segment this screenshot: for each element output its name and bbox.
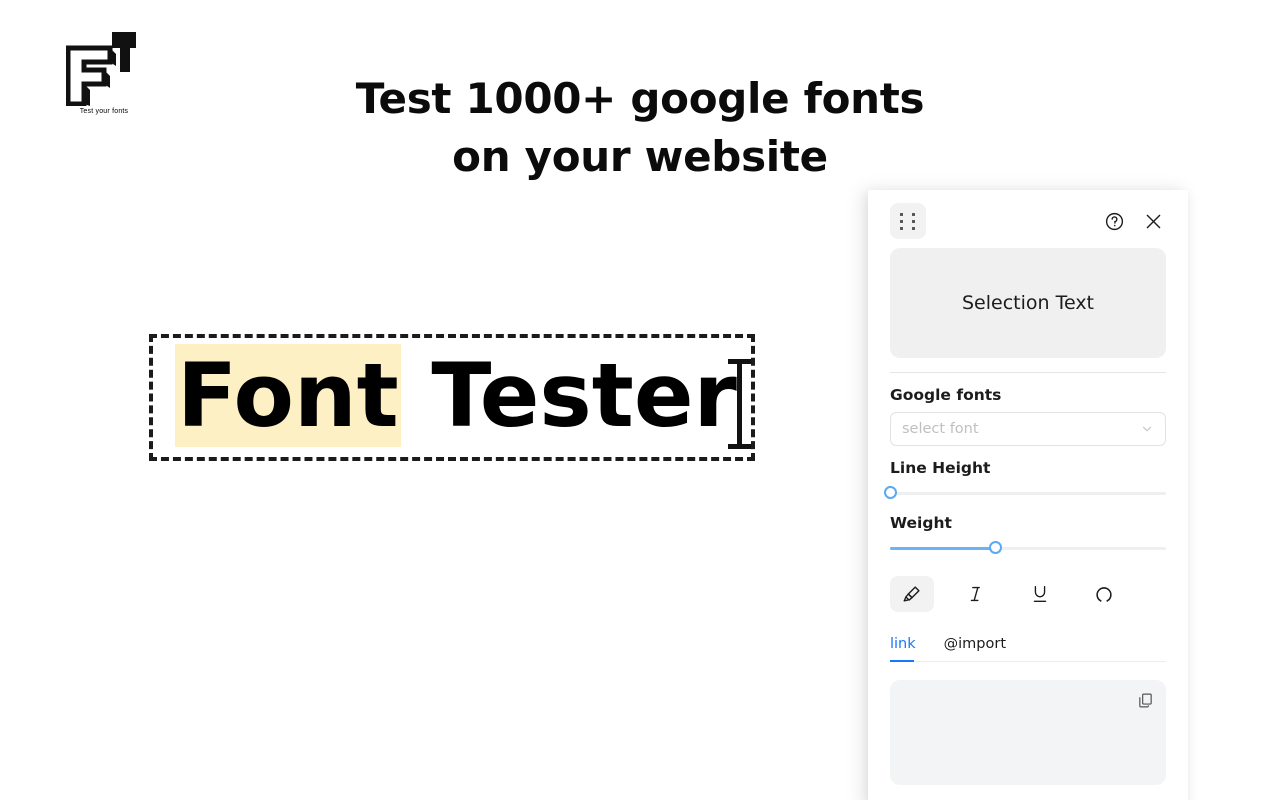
italic-icon <box>970 586 980 602</box>
highlighted-word[interactable]: Font <box>175 344 401 447</box>
font-select-placeholder: select font <box>902 421 979 437</box>
close-icon[interactable] <box>1143 211 1164 232</box>
highlighter-icon <box>903 586 920 602</box>
sample-text[interactable]: Font Tester <box>175 344 737 447</box>
tab-import[interactable]: @import <box>944 636 1006 662</box>
weight-label: Weight <box>890 514 952 532</box>
selection-text-label: Selection Text <box>961 292 1095 314</box>
panel-divider <box>890 372 1166 373</box>
embed-tabs: link @import <box>890 636 1166 662</box>
font-tester-panel: Selection Text Google fonts select font … <box>868 190 1188 800</box>
highlighter-button[interactable] <box>890 576 934 612</box>
weight-thumb[interactable] <box>988 541 1002 554</box>
selection-text-preview[interactable]: Selection Text <box>890 248 1166 358</box>
line-height-slider[interactable] <box>884 485 1166 501</box>
headline-line-1: Test 1000+ google fonts <box>355 74 925 124</box>
underline-button[interactable] <box>1018 576 1062 612</box>
panel-header-actions <box>1104 211 1166 232</box>
line-height-thumb[interactable] <box>884 486 897 499</box>
google-fonts-label: Google fonts <box>890 386 1002 404</box>
headline-line-2: on your website <box>452 132 828 182</box>
logo-mark <box>66 32 136 106</box>
tab-link[interactable]: link <box>890 636 916 662</box>
text-cursor-icon <box>728 359 751 449</box>
app-logo: Test your fonts <box>66 32 142 122</box>
page-title: Test 1000+ google fonts on your website <box>300 70 980 186</box>
sample-selection-outline[interactable]: Font Tester <box>149 334 755 462</box>
weight-fill <box>890 547 995 550</box>
copy-icon[interactable] <box>1137 692 1154 709</box>
chevron-down-icon <box>1142 426 1152 432</box>
weight-slider[interactable] <box>890 540 1166 556</box>
line-height-track <box>890 492 1166 495</box>
tab-active-indicator <box>890 660 914 662</box>
embed-code-box[interactable] <box>890 680 1166 785</box>
logo-caption: Test your fonts <box>79 108 129 115</box>
font-select[interactable]: select font <box>890 412 1166 446</box>
line-height-label: Line Height <box>890 459 991 477</box>
sample-text-area[interactable]: Font Tester <box>149 334 755 462</box>
help-icon[interactable] <box>1104 211 1125 232</box>
sample-text-rest[interactable]: Tester <box>401 344 737 447</box>
panel-header <box>890 190 1166 244</box>
underline-icon <box>1033 585 1047 603</box>
style-toolbar <box>890 576 1166 612</box>
reset-button[interactable] <box>1082 576 1126 612</box>
italic-button[interactable] <box>954 576 998 612</box>
drag-handle-icon[interactable] <box>890 203 926 239</box>
tabs-underline <box>890 660 1166 662</box>
page-root: Test your fonts Test 1000+ google fonts … <box>0 0 1280 800</box>
reset-icon <box>1096 587 1112 602</box>
drag-dots <box>899 212 917 230</box>
